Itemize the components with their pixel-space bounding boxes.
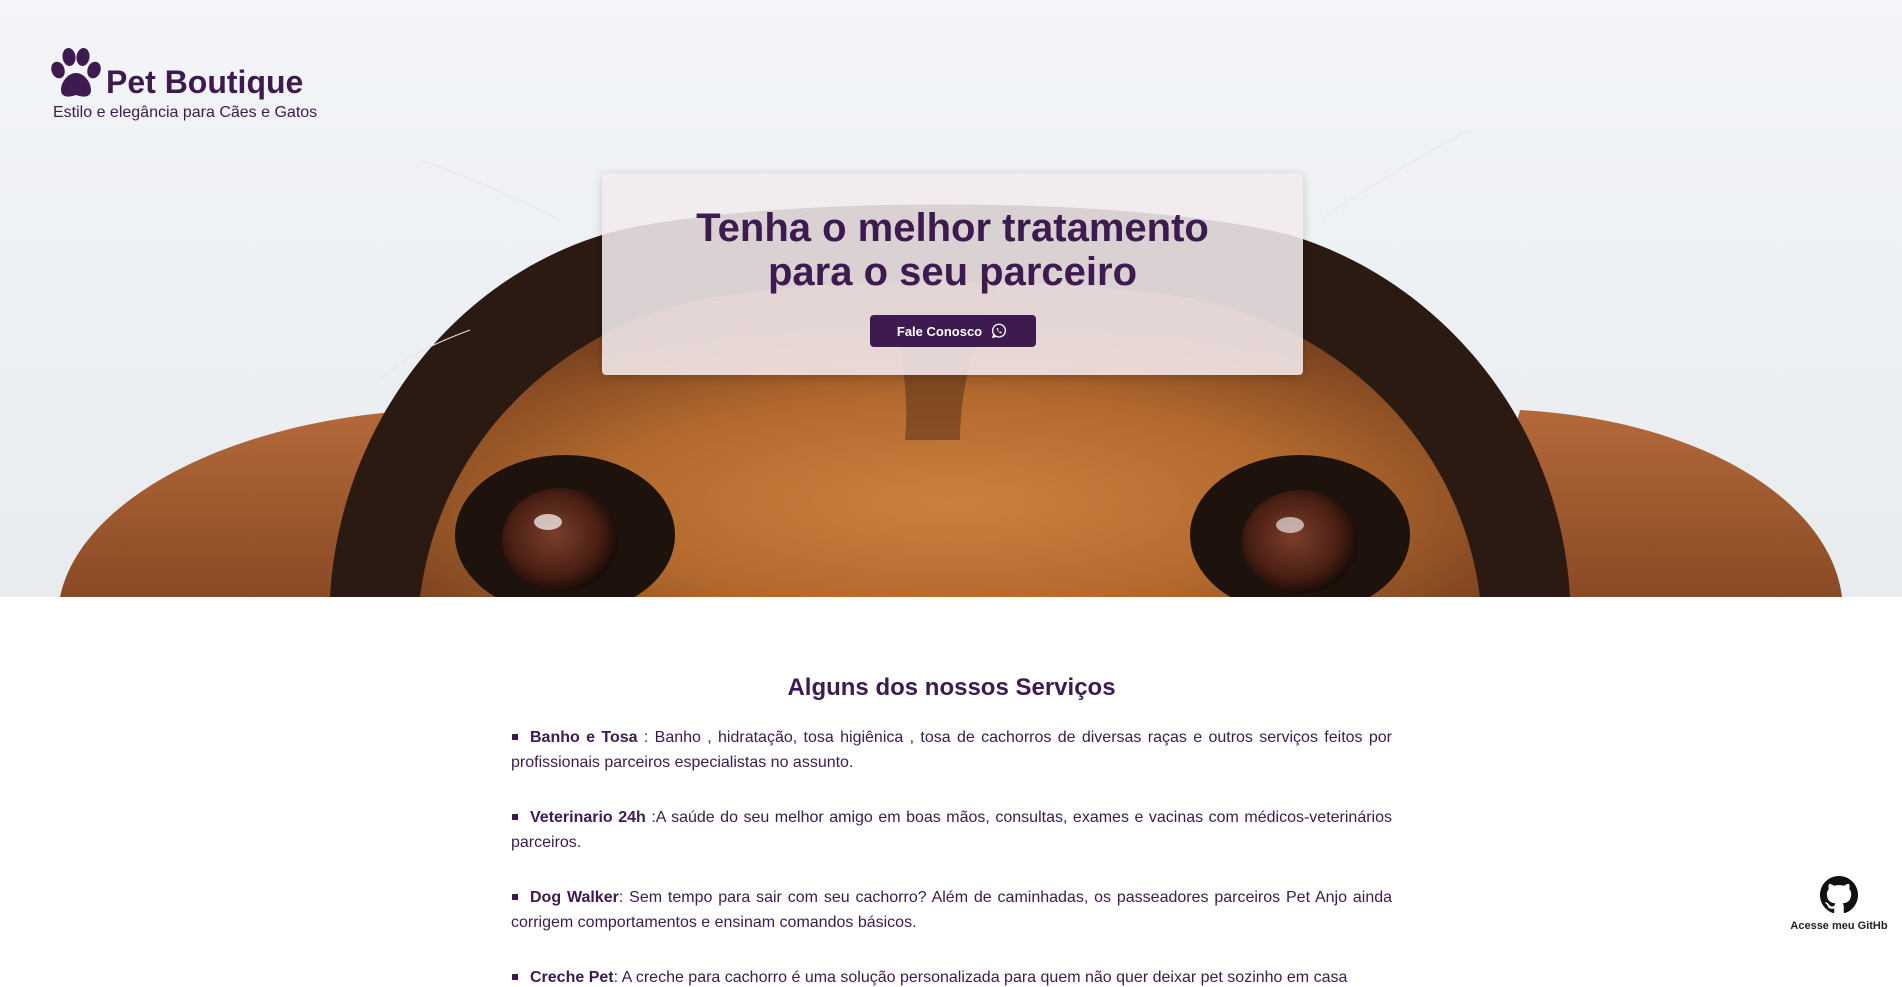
hero-title-line1: Tenha o melhor tratamento: [696, 206, 1209, 250]
services-section: Alguns dos nossos Serviços Banho e Tosa …: [511, 674, 1392, 987]
github-icon: [1820, 876, 1858, 914]
github-label: Acesse meu GitHb: [1790, 920, 1888, 932]
hero-cta-box: Tenha o melhor tratamento para o seu par…: [602, 173, 1303, 375]
service-name: Banho e Tosa: [530, 729, 638, 746]
service-item-veterinario: Veterinario 24h :A saúde do seu melhor a…: [511, 805, 1392, 855]
services-list: Banho e Tosa : Banho , hidratação, tosa …: [511, 725, 1392, 987]
contact-button-label: Fale Conosco: [896, 323, 983, 339]
paw-icon: [51, 48, 101, 97]
brand-tagline: Estilo e elegância para Cães e Gatos: [53, 104, 318, 121]
service-description: : A creche para cachorro é uma solução p…: [613, 969, 1348, 986]
hero-title: Tenha o melhor tratamento para o seu par…: [602, 206, 1303, 294]
github-link[interactable]: Acesse meu GitHb: [1783, 876, 1895, 934]
hero-title-line2: para o seu parceiro: [767, 250, 1138, 294]
service-item-creche-pet: Creche Pet: A creche para cachorro é uma…: [511, 965, 1392, 987]
hero-banner: Pet Boutique Estilo e elegância para Cãe…: [0, 0, 1902, 597]
bullet-icon: [512, 733, 518, 740]
bullet-icon: [512, 813, 518, 820]
whatsapp-icon: [992, 323, 1007, 339]
service-name: Creche Pet: [530, 969, 614, 986]
service-description: : Sem tempo para sair com seu cachorro? …: [511, 889, 1393, 931]
service-item-banho-tosa: Banho e Tosa : Banho , hidratação, tosa …: [511, 725, 1392, 775]
services-heading: Alguns dos nossos Serviços: [787, 674, 1116, 701]
brand-name: Pet Boutique: [106, 64, 304, 100]
service-name: Dog Walker: [530, 889, 619, 906]
service-description: : Banho , hidratação, tosa higiênica , t…: [511, 729, 1392, 771]
brand-logo[interactable]: Pet Boutique Estilo e elegância para Cãe…: [50, 46, 317, 122]
bullet-icon: [512, 893, 518, 900]
contact-button[interactable]: Fale Conosco: [869, 315, 1036, 347]
bullet-icon: [512, 973, 518, 980]
service-name: Veterinario 24h: [530, 809, 646, 826]
service-item-dog-walker: Dog Walker: Sem tempo para sair com seu …: [511, 885, 1392, 935]
